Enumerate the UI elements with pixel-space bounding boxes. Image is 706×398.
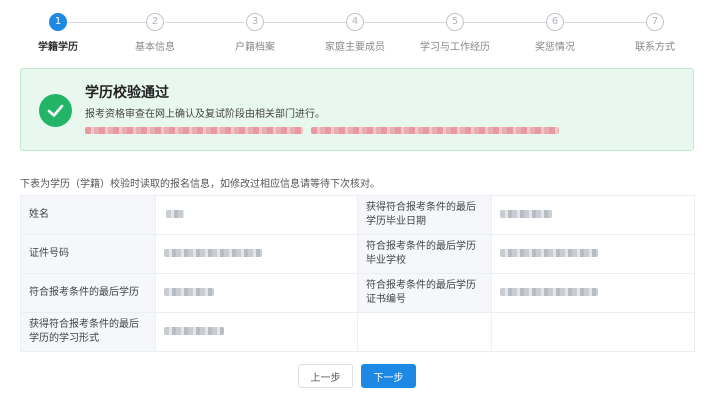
alert-title: 学历校验通过 (85, 85, 169, 101)
step-number: 6 (546, 13, 564, 31)
step-label: 学籍学历 (38, 42, 78, 53)
step-label: 学习与工作经历 (420, 42, 490, 53)
step-label: 联系方式 (635, 42, 675, 53)
check-circle-icon (39, 94, 72, 127)
redacted-value (500, 210, 552, 218)
step-1[interactable]: 1 学籍学历 (8, 13, 108, 53)
field-label-id-number: 证件号码 (20, 234, 156, 274)
step-4[interactable]: 4 家庭主要成员 (305, 13, 405, 53)
redacted-value (166, 210, 184, 218)
field-value-graduation-school (491, 234, 695, 274)
redacted-value (500, 288, 598, 296)
redacted-text (311, 127, 559, 134)
redacted-text (85, 127, 303, 134)
step-label: 户籍档案 (235, 42, 275, 53)
field-label-graduation-school: 符合报考条件的最后学历毕业学校 (357, 234, 492, 274)
table-row: 证件号码 符合报考条件的最后学历毕业学校 (20, 234, 695, 274)
field-value-id-number (155, 234, 358, 274)
step-7[interactable]: 7 联系方式 (605, 13, 705, 53)
table-row: 符合报考条件的最后学历 符合报考条件的最后学历证书编号 (20, 273, 695, 313)
step-number: 5 (446, 13, 464, 31)
field-value-education-level (155, 273, 358, 313)
step-number: 1 (49, 13, 67, 31)
step-number: 3 (246, 13, 264, 31)
step-5[interactable]: 5 学习与工作经历 (405, 13, 505, 53)
step-label: 家庭主要成员 (325, 42, 385, 53)
step-label: 奖惩情况 (535, 42, 575, 53)
step-3[interactable]: 3 户籍档案 (205, 13, 305, 53)
step-2[interactable]: 2 基本信息 (105, 13, 205, 53)
step-label: 基本信息 (135, 42, 175, 53)
previous-step-button[interactable]: 上一步 (298, 364, 353, 388)
field-label-education-level: 符合报考条件的最后学历 (20, 273, 156, 313)
empty-cell (357, 312, 492, 352)
info-note: 下表为学历（学籍）校验时读取的报名信息，如修改过相应信息请等待下次核对。 (20, 179, 380, 190)
field-value-certificate-number (491, 273, 695, 313)
registration-info-table: 姓名 获得符合报考条件的最后学历毕业日期 证件号码 符合报考条件的最后学历毕业学… (20, 195, 695, 352)
field-label-certificate-number: 符合报考条件的最后学历证书编号 (357, 273, 492, 313)
redacted-value (164, 288, 214, 296)
field-label-graduation-date: 获得符合报考条件的最后学历毕业日期 (357, 195, 492, 235)
success-alert: 学历校验通过 报考资格审查在网上确认及复试阶段由相关部门进行。 (20, 68, 694, 151)
next-step-button[interactable]: 下一步 (361, 364, 416, 388)
step-number: 2 (146, 13, 164, 31)
field-value-name (155, 195, 358, 235)
step-number: 7 (646, 13, 664, 31)
step-number: 4 (346, 13, 364, 31)
redacted-value (500, 249, 598, 257)
progress-steps: 1 学籍学历 2 基本信息 3 户籍档案 4 家庭主要成员 5 学习与工作经历 … (0, 0, 706, 58)
table-row: 获得符合报考条件的最后学历的学习形式 (20, 312, 695, 352)
redacted-value (164, 327, 224, 335)
field-label-study-mode: 获得符合报考条件的最后学历的学习形式 (20, 312, 156, 352)
step-6[interactable]: 6 奖惩情况 (505, 13, 605, 53)
alert-description: 报考资格审查在网上确认及复试阶段由相关部门进行。 (85, 109, 325, 120)
empty-cell (491, 312, 695, 352)
table-row: 姓名 获得符合报考条件的最后学历毕业日期 (20, 195, 695, 235)
field-value-graduation-date (491, 195, 695, 235)
redacted-value (164, 249, 262, 257)
field-label-name: 姓名 (20, 195, 156, 235)
field-value-study-mode (155, 312, 358, 352)
